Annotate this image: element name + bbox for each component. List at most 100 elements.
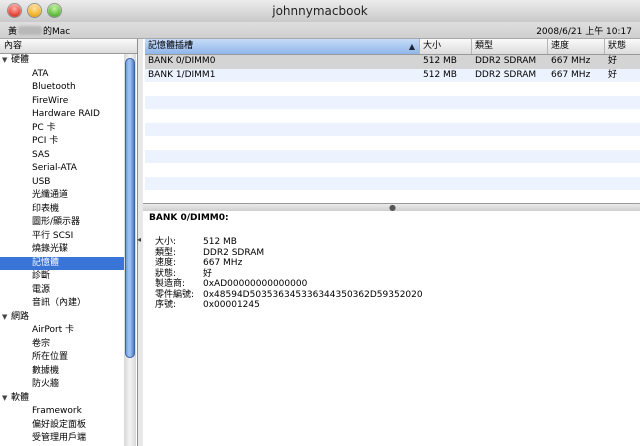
detail-field-value: 好 — [203, 268, 213, 279]
detail-field-label: 零件編號: — [155, 289, 195, 300]
sidebar-item[interactable]: 圖形/顯示器 — [0, 216, 124, 230]
main-pane: 記憶體插槽 ▲ 大小 類型 速度 狀態 BANK 0/DIMM0 512 MB DD… — [143, 39, 640, 446]
sidebar-item[interactable]: 平行 SCSI — [0, 230, 124, 244]
table-cell: DDR2 SDRAM — [475, 69, 537, 80]
detail-field-value: DDR2 SDRAM — [203, 247, 265, 258]
pane-resize-icon[interactable]: ◂ — [137, 235, 141, 244]
table-cell: 667 MHz — [551, 56, 591, 66]
detail-field-label: 大小: — [155, 237, 177, 247]
sidebar-item-label: 記憶體 — [32, 257, 60, 268]
sidebar-item[interactable]: ATA — [0, 68, 124, 82]
table-body: BANK 0/DIMM0 512 MB DDR2 SDRAM 667 MHz 好 BANK… — [145, 55, 640, 203]
sidebar-item[interactable]: 印表機 — [0, 203, 124, 217]
sidebar-item[interactable]: 數據機 — [0, 365, 124, 379]
sidebar-item[interactable]: 記憶體 — [0, 256, 124, 270]
sidebar-item[interactable]: 電源 — [0, 284, 124, 298]
disclosure-triangle-icon[interactable]: ▼ — [2, 392, 11, 406]
sidebar-item-label: 數據機 — [32, 365, 60, 376]
sidebar-item-label: USB — [32, 176, 51, 187]
machine-name-prefix: 黃 — [8, 27, 18, 37]
sidebar-item[interactable]: Bluetooth — [0, 81, 124, 95]
sidebar-item-label: 平行 SCSI — [32, 230, 74, 241]
sidebar-item[interactable]: 防火牆 — [0, 378, 124, 392]
sidebar-item-label: 燒錄光碟 — [32, 244, 69, 254]
sidebar-item[interactable]: 光纖通道 — [0, 189, 124, 203]
sidebar-scrollbar[interactable] — [124, 54, 136, 446]
table-cell: 667 MHz — [551, 69, 591, 80]
sidebar-item-label: PCI 卡 — [32, 136, 59, 146]
table-cell: 512 MB — [423, 56, 457, 66]
sidebar-item-label: 網路 — [11, 311, 30, 322]
sidebar-item-label: 電源 — [32, 284, 51, 295]
sidebar-item[interactable]: 卷宗 — [0, 338, 124, 352]
disclosure-triangle-icon[interactable]: ▼ — [2, 54, 11, 68]
column-header-slot[interactable]: 記憶體插槽 ▲ — [145, 39, 420, 54]
column-header-size[interactable]: 大小 — [420, 39, 472, 54]
detail-field-label: 製造商: — [155, 279, 186, 289]
sidebar-item[interactable]: 音訊（內建） — [0, 297, 124, 311]
sidebar-category[interactable]: ▼ 軟體 — [0, 392, 124, 406]
table-row — [145, 190, 640, 203]
sidebar-item[interactable]: 受管理用戶端 — [0, 432, 124, 446]
table-cell: BANK 1/DIMM1 — [148, 69, 216, 80]
sidebar-item[interactable]: Framework — [0, 405, 124, 419]
sidebar-item[interactable]: SAS — [0, 149, 124, 163]
sidebar-item[interactable]: AirPort 卡 — [0, 324, 124, 338]
sidebar-category[interactable]: ▼ 網路 — [0, 311, 124, 325]
detail-field: 序號: 0x00001245 — [155, 300, 423, 311]
column-header-speed[interactable]: 速度 — [548, 39, 605, 54]
table-cell: 512 MB — [423, 69, 457, 80]
detail-field-label: 速度: — [155, 258, 177, 268]
sidebar-item-label: FireWire — [32, 95, 69, 106]
sidebar-item[interactable]: Hardware RAID — [0, 108, 124, 122]
sidebar-item[interactable]: Serial-ATA — [0, 162, 124, 176]
table-row — [145, 136, 640, 150]
sidebar-item[interactable]: 診斷 — [0, 270, 124, 284]
detail-field: 狀態: 好 — [155, 269, 423, 280]
table-row[interactable]: BANK 1/DIMM1 512 MB DDR2 SDRAM 667 MHz 好 — [145, 68, 640, 82]
sidebar-item[interactable]: 所在位置 — [0, 351, 124, 365]
detail-field-label: 狀態: — [155, 268, 177, 279]
sidebar-item-label: 硬體 — [11, 55, 30, 65]
sidebar-item[interactable]: 偏好設定面板 — [0, 419, 124, 433]
table-row — [145, 95, 640, 109]
sidebar-header[interactable]: 內容 — [0, 39, 137, 54]
column-header-type[interactable]: 類型 — [472, 39, 548, 54]
sidebar-item[interactable]: PC 卡 — [0, 122, 124, 136]
detail-field-value: 667 MHz — [203, 258, 243, 268]
sidebar-item-label: SAS — [32, 149, 50, 160]
title-bar[interactable]: johnnymacbook — [0, 0, 640, 23]
table-cell: DDR2 SDRAM — [475, 56, 537, 66]
sidebar-item[interactable]: PCI 卡 — [0, 135, 124, 149]
detail-field: 製造商: 0xAD00000000000000 — [155, 279, 423, 290]
sidebar-item[interactable]: FireWire — [0, 95, 124, 109]
disclosure-triangle-icon[interactable]: ▼ — [2, 311, 11, 325]
table-row[interactable]: BANK 0/DIMM0 512 MB DDR2 SDRAM 667 MHz 好 — [145, 55, 640, 69]
table-cell: BANK 0/DIMM0 — [148, 56, 216, 66]
detail-field: 零件編號: 0x48594D503536345336344350362D59352… — [155, 290, 423, 301]
sidebar-item-label: 軟體 — [11, 392, 30, 403]
sidebar-item-label: 防火牆 — [32, 379, 60, 389]
sidebar-item[interactable]: 燒錄光碟 — [0, 243, 124, 257]
detail-pane: BANK 0/DIMM0: 大小: 512 MB 類型: DDR2 SDRAM 速度: 6… — [143, 211, 640, 446]
detail-field-value: 0xAD00000000000000 — [203, 279, 308, 289]
sort-ascending-icon: ▲ — [408, 42, 415, 51]
sidebar-category[interactable]: ▼ 硬體 — [0, 54, 124, 68]
sidebar-item-label: Bluetooth — [32, 82, 76, 92]
detail-title: BANK 0/DIMM0: — [149, 213, 229, 223]
detail-field: 大小: 512 MB — [155, 237, 423, 248]
table-header: 記憶體插槽 ▲ 大小 類型 速度 狀態 — [145, 39, 640, 55]
sidebar-item-label: ATA — [32, 68, 49, 79]
column-header-status[interactable]: 狀態 — [605, 39, 640, 54]
table-row — [145, 82, 640, 96]
contents-sidebar: 內容 ▼ 硬體 ATA Bluetooth FireWire Hardware RAID P… — [0, 39, 138, 446]
sidebar-item[interactable]: USB — [0, 176, 124, 190]
redacted-text — [18, 26, 43, 35]
sidebar-item-label: Framework — [32, 406, 82, 416]
detail-field-value: 0x00001245 — [203, 300, 260, 310]
detail-field: 速度: 667 MHz — [155, 258, 423, 269]
sidebar-item-label: PC 卡 — [32, 122, 56, 133]
sidebar-scroll-thumb[interactable] — [125, 58, 135, 358]
table-row — [145, 109, 640, 123]
sidebar-item-label: 卷宗 — [32, 338, 51, 349]
